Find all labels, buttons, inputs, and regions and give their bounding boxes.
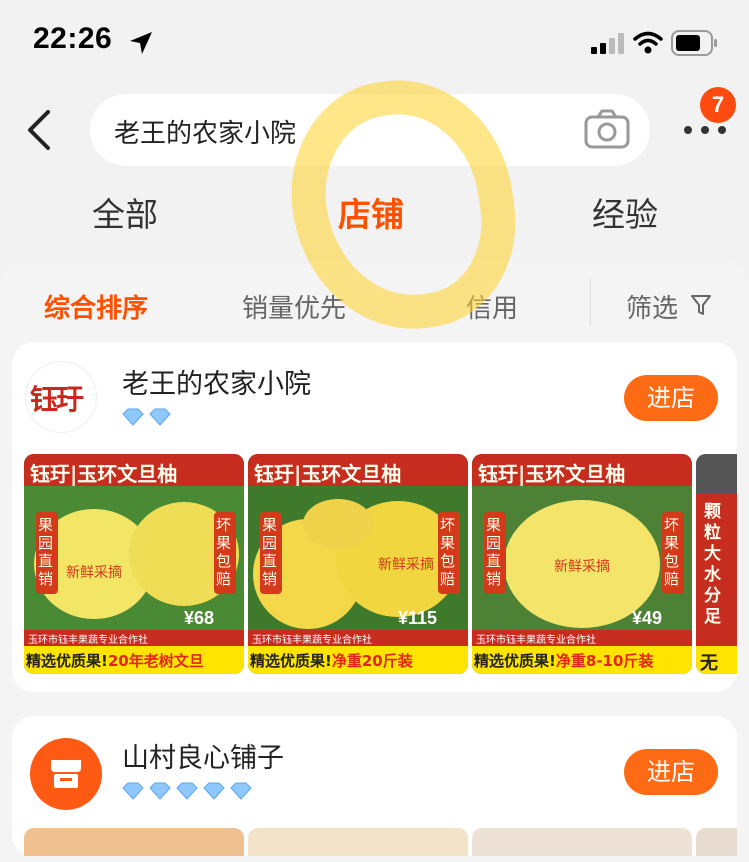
diamond-icon — [149, 408, 171, 426]
search-bar[interactable]: 老王的农家小院 — [90, 94, 650, 166]
product-thumbnail[interactable]: 钰玗|玉环文旦柚 果园直销 坏果包赔 新鲜采摘 玉环市钰丰果蔬专业合作社 ¥11… — [248, 454, 468, 674]
sort-credit[interactable]: 信用 — [466, 288, 518, 325]
store-card[interactable]: 山村良心铺子 进店 — [12, 716, 737, 856]
diamond-icon — [230, 782, 253, 800]
product-price: ¥49 — [632, 608, 663, 628]
product-thumbnail[interactable] — [696, 828, 737, 856]
status-bar: 22:26 — [0, 0, 749, 80]
product-left-tag: 果园直销 — [486, 516, 502, 588]
product-slogan: 无 — [700, 653, 718, 674]
product-coop: 玉环市钰丰果蔬专业合作社 — [476, 635, 596, 646]
product-thumbnail[interactable]: 钰玗|玉环文旦柚 果园直销 坏果包赔 新鲜采摘 玉环市钰丰果蔬专业合作社 ¥49… — [472, 454, 692, 674]
product-banner: 钰玗|玉环文旦柚 — [478, 462, 626, 486]
filter-icon[interactable] — [690, 293, 712, 317]
product-side-text: 颗粒大水分足 — [704, 502, 721, 627]
location-arrow-icon — [130, 32, 152, 54]
filter-button[interactable]: 筛选 — [626, 288, 678, 325]
product-price: ¥115 — [398, 608, 438, 628]
tab-all[interactable]: 全部 — [92, 188, 158, 236]
enter-store-button[interactable]: 进店 — [624, 749, 718, 795]
tab-experience[interactable]: 经验 — [592, 188, 658, 236]
product-left-tag: 果园直销 — [262, 516, 278, 588]
divider — [590, 278, 591, 326]
product-left-tag: 果园直销 — [38, 516, 54, 588]
product-banner: 钰玗|玉环文旦柚 — [254, 462, 402, 486]
store-name[interactable]: 山村良心铺子 — [122, 736, 284, 775]
sort-sales[interactable]: 销量优先 — [242, 288, 346, 325]
store-name[interactable]: 老王的农家小院 — [122, 362, 311, 401]
enter-store-button[interactable]: 进店 — [624, 375, 718, 421]
product-thumbnail[interactable] — [248, 828, 468, 856]
product-thumbnail[interactable] — [24, 828, 244, 856]
store-rating — [122, 782, 253, 804]
sort-comprehensive[interactable]: 综合排序 — [44, 288, 148, 325]
diamond-icon — [176, 782, 198, 800]
product-coop: 玉环市钰丰果蔬专业合作社 — [252, 635, 372, 646]
store-card[interactable]: 钰玗 老王的农家小院 进店 钰玗|玉环文旦柚 果园直销 坏果包赔 新鲜采摘 玉环… — [12, 342, 737, 692]
signal-icon — [591, 33, 624, 54]
product-thumbnail[interactable]: 钰玗|玉环文旦柚 果园直销 坏果包赔 新鲜采摘 玉环市钰丰果蔬专业合作社 ¥68… — [24, 454, 244, 674]
store-logo-text: 钰玗 — [30, 383, 84, 416]
product-center-text: 新鲜采摘 — [66, 565, 122, 581]
product-coop: 玉环市钰丰果蔬专业合作社 — [28, 635, 148, 646]
product-center-text: 新鲜采摘 — [554, 559, 610, 575]
battery-icon — [671, 30, 717, 56]
notification-badge: 7 — [700, 87, 736, 123]
status-time: 22:26 — [33, 22, 113, 55]
product-right-tag: 坏果包赔 — [440, 516, 456, 588]
product-banner: 钰玗|玉环文旦柚 — [30, 462, 178, 486]
product-slogan: 精选优质果!净重8-10斤装 — [474, 652, 654, 670]
store-rating — [122, 408, 171, 430]
tab-stores[interactable]: 店铺 — [338, 188, 404, 236]
shop-icon — [51, 760, 81, 788]
store-logo — [30, 738, 102, 810]
product-price: ¥68 — [184, 608, 215, 628]
camera-icon[interactable] — [584, 108, 630, 150]
diamond-icon — [122, 408, 144, 426]
product-center-text: 新鲜采摘 — [378, 557, 434, 573]
search-input[interactable]: 老王的农家小院 — [114, 113, 296, 150]
product-right-tag: 坏果包赔 — [216, 516, 232, 588]
product-thumbnail[interactable] — [472, 828, 692, 856]
back-arrow-icon[interactable] — [22, 108, 62, 152]
product-slogan: 精选优质果!20年老树文旦 — [26, 652, 204, 670]
diamond-icon — [203, 782, 225, 800]
product-thumbnail[interactable]: 颗粒大水分足 无 — [696, 454, 737, 674]
diamond-icon — [122, 782, 144, 800]
diamond-icon — [149, 782, 171, 800]
product-right-tag: 坏果包赔 — [664, 516, 680, 588]
store-logo: 钰玗 — [26, 362, 96, 432]
wifi-icon — [633, 31, 663, 54]
product-slogan: 精选优质果!净重20斤装 — [250, 652, 413, 670]
